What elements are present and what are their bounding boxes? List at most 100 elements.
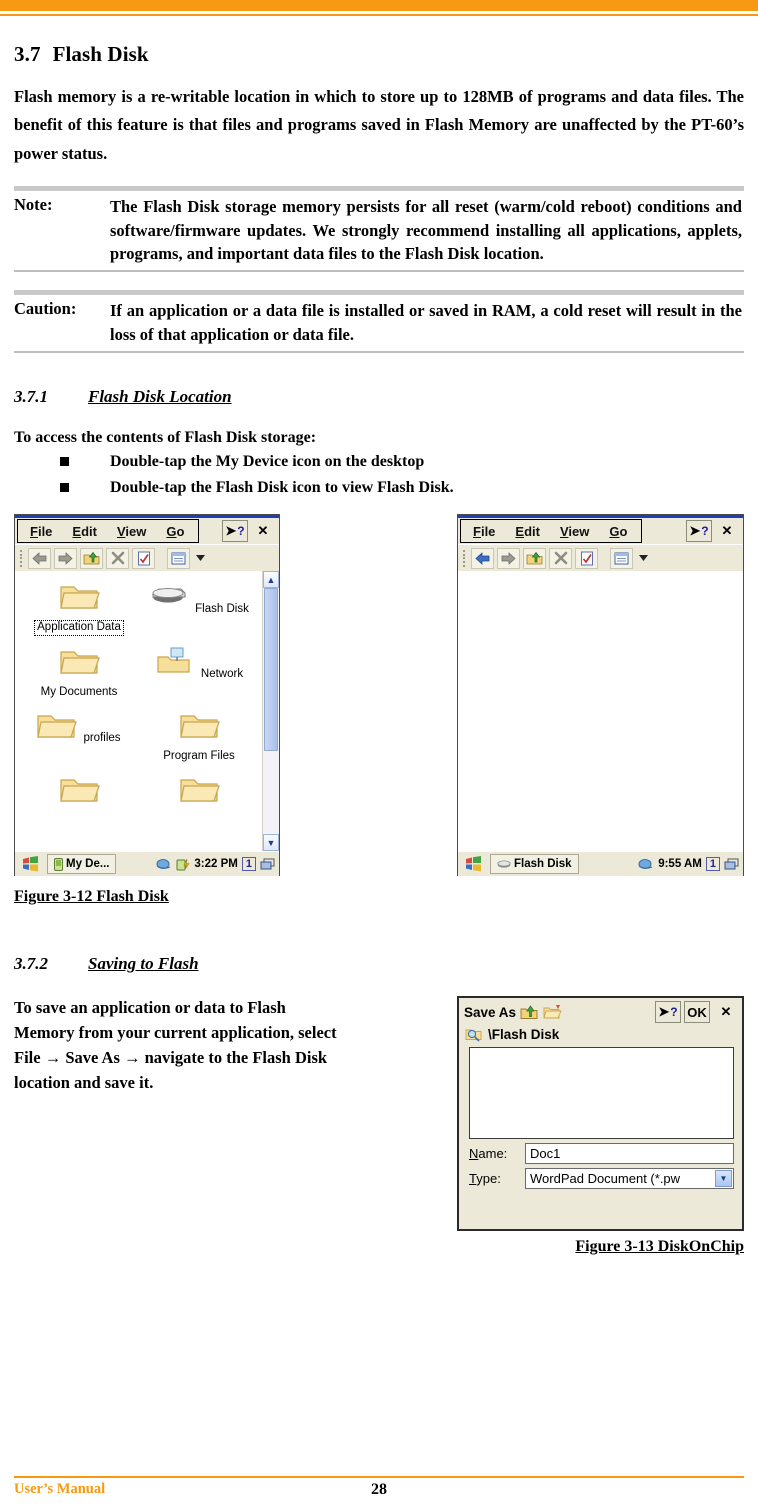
path-bar[interactable]: \Flash Disk bbox=[459, 1025, 742, 1045]
back-icon[interactable] bbox=[28, 547, 51, 569]
type-field-row: Type: WordPad Document (*.pw ▼ bbox=[469, 1168, 734, 1190]
tray-count[interactable]: 1 bbox=[241, 857, 256, 872]
caution-label: Caution: bbox=[14, 299, 77, 319]
name-input[interactable]: Doc1 bbox=[525, 1143, 734, 1165]
properties-icon[interactable] bbox=[575, 547, 598, 569]
views-dropdown-icon[interactable] bbox=[193, 548, 207, 569]
file-label: Flash Disk bbox=[195, 603, 249, 616]
subsection-2-row: To save an application or data to Flash … bbox=[14, 996, 744, 1296]
file-label: Program Files bbox=[163, 749, 235, 762]
volume-icon bbox=[638, 858, 653, 869]
back-icon[interactable] bbox=[471, 547, 494, 569]
vertical-scrollbar[interactable]: ▲ ▼ bbox=[262, 571, 279, 852]
section-heading: 3.7 Flash Disk bbox=[14, 42, 744, 67]
file-icon-profiles[interactable]: profiles bbox=[19, 706, 139, 770]
menu-view[interactable]: View bbox=[560, 524, 589, 539]
note-block: Note: The Flash Disk storage memory pers… bbox=[14, 186, 744, 273]
taskbar: Flash Disk 9:55 AM 1 bbox=[458, 851, 743, 877]
delete-icon[interactable] bbox=[106, 547, 129, 569]
section-title: Flash Disk bbox=[52, 42, 149, 66]
up-folder-icon[interactable] bbox=[523, 547, 546, 569]
help-icon[interactable]: ➤? bbox=[222, 520, 248, 543]
subsection-1-title: Flash Disk Location bbox=[88, 387, 232, 407]
menu-file[interactable]: File bbox=[473, 524, 495, 539]
up-folder-icon[interactable] bbox=[80, 547, 103, 569]
toolbar-grip[interactable] bbox=[19, 549, 25, 567]
toolbar-grip[interactable] bbox=[462, 549, 468, 567]
properties-icon[interactable] bbox=[132, 547, 155, 569]
taskbar-time: 3:22 PM bbox=[194, 858, 238, 871]
bullet-1-mid: icon to view bbox=[288, 478, 378, 496]
forward-icon[interactable] bbox=[54, 547, 77, 569]
scroll-down-icon[interactable]: ▼ bbox=[263, 834, 279, 852]
file-icon-application-data[interactable]: Application Data bbox=[19, 577, 139, 641]
taskbar-button-my-device[interactable]: My De... bbox=[47, 854, 117, 875]
close-icon[interactable]: ✕ bbox=[714, 520, 740, 543]
file-icon-extra-2[interactable] bbox=[139, 770, 259, 816]
file-label: Application Data bbox=[34, 620, 124, 636]
header-thin-rule bbox=[0, 14, 758, 16]
figure-3-12-row: File Edit View Go ➤? ✕ Application Data … bbox=[14, 514, 744, 884]
name-label: Name: bbox=[469, 1146, 508, 1162]
forward-icon[interactable] bbox=[497, 547, 520, 569]
start-button[interactable] bbox=[461, 854, 487, 874]
volume-icon bbox=[156, 858, 171, 869]
save-as-dialog[interactable]: Save As ➤? OK ✕ \Flash Disk Name: Doc1 T… bbox=[457, 996, 744, 1232]
explorer-window-right[interactable]: File Edit View Go ➤? ✕ Flash Disk 9:55 A… bbox=[457, 514, 744, 877]
help-icon[interactable]: ➤? bbox=[686, 520, 712, 543]
toolbar bbox=[15, 544, 279, 572]
menu-go[interactable]: Go bbox=[609, 524, 627, 539]
file-icon-program-files[interactable]: Program Files bbox=[139, 706, 259, 770]
tray-count[interactable]: 1 bbox=[705, 857, 720, 872]
file-icon-my-documents[interactable]: My Documents bbox=[19, 642, 139, 706]
file-icon-extra-1[interactable] bbox=[19, 770, 139, 816]
current-path: \Flash Disk bbox=[488, 1026, 560, 1042]
explorer-window-left[interactable]: File Edit View Go ➤? ✕ Application Data … bbox=[14, 514, 280, 877]
taskbar-label: My De... bbox=[66, 858, 110, 871]
up-folder-icon[interactable] bbox=[520, 1004, 539, 1021]
file-icon-flash-disk[interactable]: Flash Disk bbox=[139, 577, 259, 641]
type-combobox[interactable]: WordPad Document (*.pw ▼ bbox=[525, 1168, 734, 1190]
bullet-0-pre: Double-tap the bbox=[110, 453, 216, 471]
toolbar-separator bbox=[158, 548, 164, 569]
views-dropdown-icon[interactable] bbox=[636, 548, 650, 569]
close-icon[interactable]: ✕ bbox=[713, 1001, 739, 1024]
system-tray: 3:22 PM 1 bbox=[156, 854, 276, 874]
ok-button[interactable]: OK bbox=[684, 1001, 710, 1024]
section-number: 3.7 bbox=[14, 42, 41, 66]
new-folder-icon[interactable] bbox=[543, 1004, 562, 1021]
dialog-title: Save As bbox=[464, 1004, 517, 1020]
close-icon[interactable]: ✕ bbox=[250, 520, 276, 543]
chevron-down-icon[interactable]: ▼ bbox=[715, 1170, 732, 1188]
bullet-1-bold2: Flash Disk bbox=[377, 478, 450, 496]
menu-file[interactable]: File bbox=[30, 524, 52, 539]
file-icon-network[interactable]: Network bbox=[139, 642, 259, 706]
scroll-up-icon[interactable]: ▲ bbox=[263, 571, 279, 589]
menu-edit[interactable]: Edit bbox=[515, 524, 540, 539]
type-value: WordPad Document (*.pw bbox=[530, 1171, 681, 1187]
file-list-pane[interactable]: Application Data Flash Disk My Documents… bbox=[15, 571, 279, 852]
file-list-box[interactable] bbox=[469, 1047, 734, 1140]
delete-icon[interactable] bbox=[549, 547, 572, 569]
taskbar-button-flash-disk[interactable]: Flash Disk bbox=[490, 854, 579, 875]
scrollbar-thumb[interactable] bbox=[264, 588, 278, 751]
menu-view[interactable]: View bbox=[117, 524, 146, 539]
taskbar-time: 9:55 AM bbox=[658, 858, 702, 871]
help-icon[interactable]: ➤? bbox=[655, 1001, 681, 1024]
scrollbar-track[interactable] bbox=[263, 588, 279, 834]
views-icon[interactable] bbox=[167, 547, 190, 569]
document-page: 3.7 Flash Disk Flash memory is a re-writa… bbox=[0, 0, 758, 1508]
menu-bar: File Edit View Go ➤? ✕ bbox=[458, 518, 743, 545]
page-number: 28 bbox=[371, 1480, 387, 1498]
menu-edit[interactable]: Edit bbox=[72, 524, 97, 539]
header-accent-bar bbox=[0, 0, 758, 11]
menu-go[interactable]: Go bbox=[166, 524, 184, 539]
subsection-1-heading: 3.7.1 Flash Disk Location bbox=[14, 387, 744, 407]
bullet-1-post: . bbox=[449, 478, 454, 496]
views-icon[interactable] bbox=[610, 547, 633, 569]
file-label: Network bbox=[200, 667, 244, 680]
note-text: The Flash Disk storage memory persists f… bbox=[110, 197, 742, 263]
type-label: Type: bbox=[469, 1171, 501, 1187]
start-button[interactable] bbox=[18, 854, 44, 874]
file-list-pane-empty[interactable] bbox=[458, 571, 743, 852]
